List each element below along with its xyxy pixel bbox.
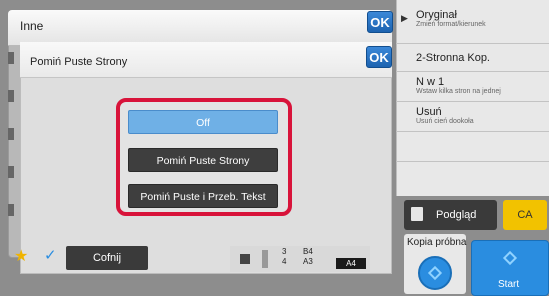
- preview-document-icon: [411, 207, 423, 221]
- setting-item-subtitle: Usuń cień dookoła: [416, 118, 474, 125]
- setting-item-title: N w 1: [416, 76, 445, 88]
- preview-label: Podgląd: [436, 209, 477, 221]
- panel-edge-tab: [8, 166, 14, 178]
- tray-number: 3: [282, 247, 287, 256]
- setting-item-empty: [396, 132, 549, 162]
- check-icon[interactable]: ✓: [44, 246, 57, 264]
- setting-item-duplex[interactable]: 2-Stronna Kop.: [396, 44, 549, 72]
- setting-item-subtitle: Wstaw kilka stron na jednej: [416, 88, 501, 95]
- setting-item-n-up[interactable]: N w 1 Wstaw kilka stron na jednej: [396, 72, 549, 102]
- dialog-title: Pomiń Puste Strony: [30, 56, 128, 68]
- setting-item-title: 2-Stronna Kop.: [416, 52, 490, 64]
- other-settings-ok-button[interactable]: OK: [367, 11, 393, 33]
- option-skip-blank-and-bleed-button[interactable]: Pomiń Puste i Przeb. Tekst: [128, 184, 278, 208]
- tray-size: A3: [303, 257, 313, 266]
- other-settings-title-bar: [8, 10, 392, 46]
- panel-edge-tab: [8, 90, 14, 102]
- tray-number: 4: [282, 257, 287, 266]
- favorite-star-icon[interactable]: ★: [14, 246, 28, 266]
- tray-icon: [262, 250, 268, 268]
- proof-copy-label: Kopia próbna: [407, 237, 467, 248]
- panel-edge-tab: [8, 52, 14, 64]
- back-button[interactable]: Cofnij: [66, 246, 148, 270]
- setting-item-empty: [396, 162, 549, 196]
- option-off-button[interactable]: Off: [128, 110, 278, 134]
- dialog-ok-button[interactable]: OK: [366, 46, 392, 68]
- tray-size: B4: [303, 247, 313, 256]
- panel-edge-tab: [8, 204, 14, 216]
- active-paper-size: A4: [336, 258, 366, 269]
- tray-icon: [240, 254, 250, 264]
- setting-item-subtitle: Zmień format/kierunek: [416, 21, 486, 28]
- start-label: Start: [498, 279, 520, 290]
- panel-edge-tab: [8, 128, 14, 140]
- other-settings-title: Inne: [20, 19, 44, 33]
- clear-all-button[interactable]: CA: [503, 200, 547, 230]
- setting-item-original[interactable]: Oryginał Zmień format/kierunek: [396, 0, 549, 44]
- setting-item-title: Usuń: [416, 106, 442, 118]
- setting-item-erase[interactable]: Usuń Usuń cień dookoła: [396, 102, 549, 132]
- option-skip-blank-button[interactable]: Pomiń Puste Strony: [128, 148, 278, 172]
- setting-item-title: Oryginał: [416, 9, 457, 21]
